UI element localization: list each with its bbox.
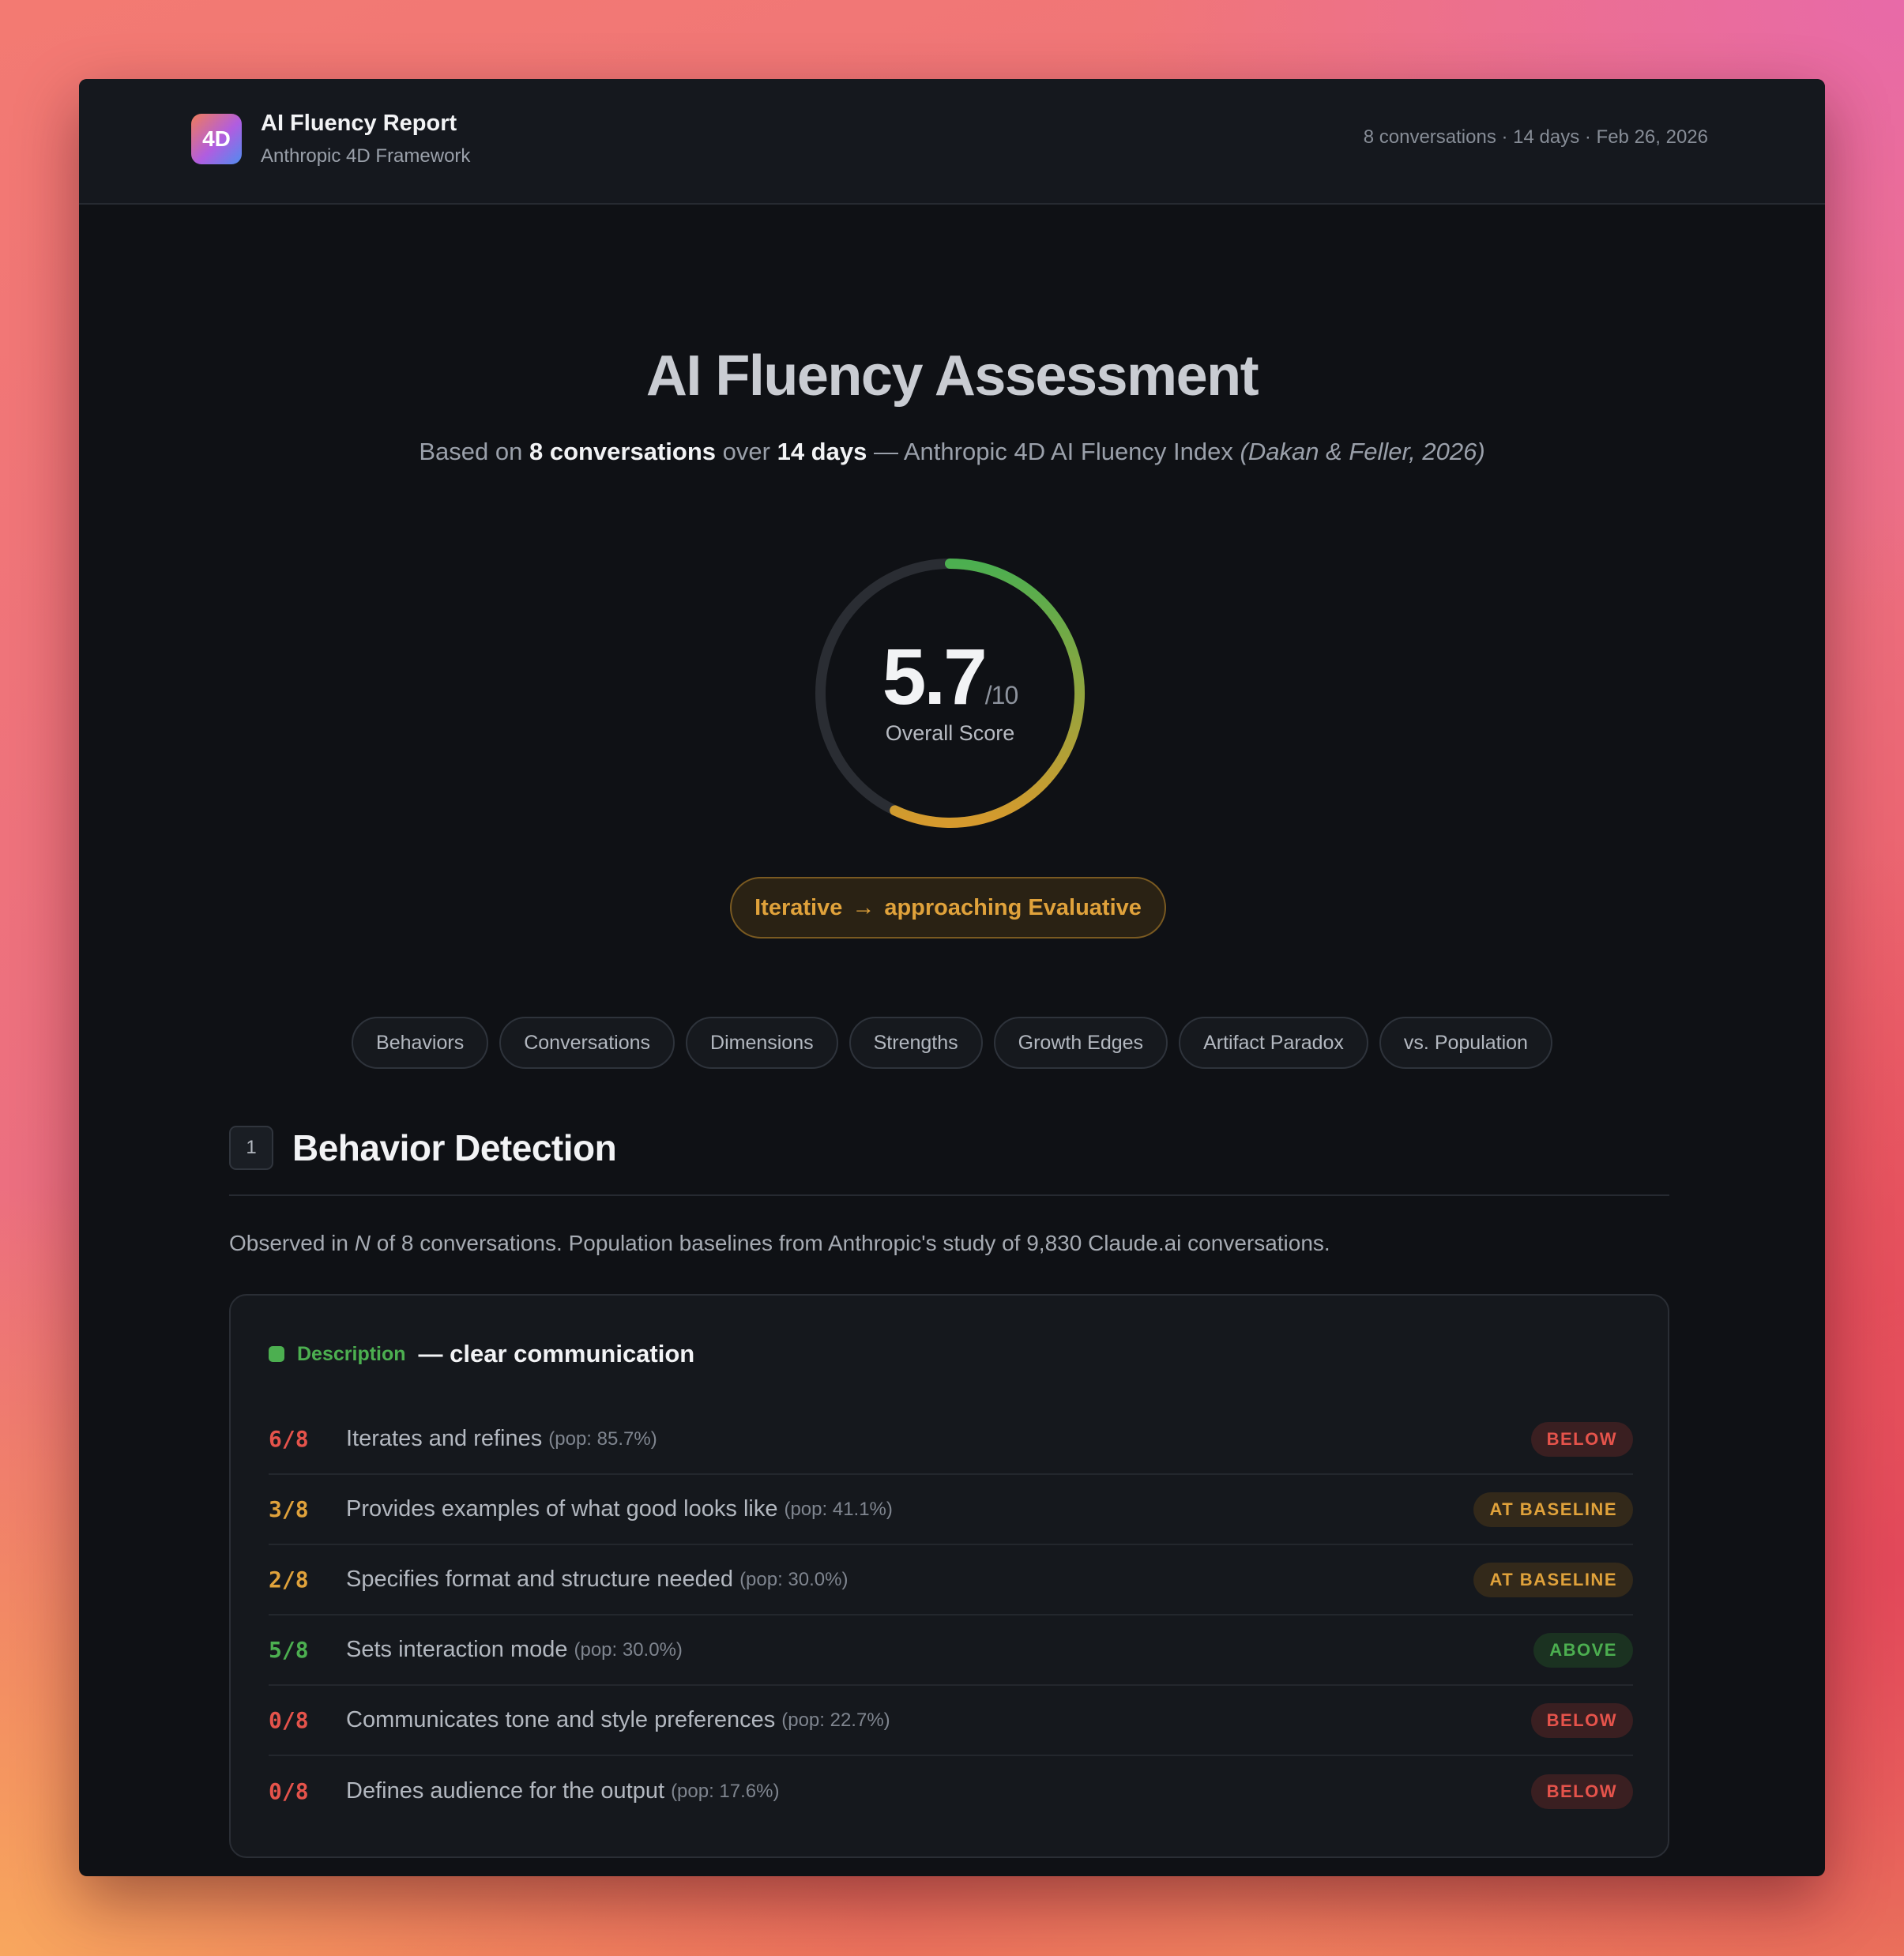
behavior-label: Communicates tone and style preferences: [346, 1707, 776, 1732]
dimension-name: Description: [297, 1342, 406, 1365]
behavior-row: 5/8 Sets interaction mode (pop: 30.0%) A…: [269, 1616, 1633, 1686]
report-meta: 8 conversations · 14 days · Feb 26, 2026: [1363, 126, 1708, 148]
population-baseline: (pop: 41.1%): [784, 1498, 893, 1520]
score-label: Overall Score: [885, 721, 1015, 745]
tab-dimensions[interactable]: Dimensions: [686, 1017, 838, 1069]
card-header: Description — clear communication: [269, 1340, 694, 1368]
behavior-count: 0/8: [269, 1778, 309, 1804]
app-subtitle: Anthropic 4D Framework: [261, 145, 471, 167]
behavior-row: 2/8 Specifies format and structure neede…: [269, 1545, 1633, 1616]
subtitle-citation: (Dakan & Feller, 2026): [1240, 438, 1485, 465]
population-baseline: (pop: 85.7%): [548, 1428, 657, 1450]
subtitle-index: — Anthropic 4D AI Fluency Index: [873, 438, 1233, 465]
behavior-list: 6/8 Iterates and refines (pop: 85.7%) BE…: [269, 1405, 1633, 1826]
status-badge: AT BASELINE: [1473, 1491, 1633, 1527]
behavior-label: Provides examples of what good looks lik…: [346, 1496, 778, 1522]
behavior-label: Defines audience for the output: [346, 1778, 665, 1804]
page-subtitle: Based on 8 conversations over 14 days — …: [79, 438, 1825, 466]
subtitle-conversations: 8 conversations: [529, 438, 717, 465]
dimension-card: Description — clear communication 6/8 It…: [229, 1294, 1669, 1858]
page-title: AI Fluency Assessment: [645, 344, 1259, 408]
subtitle-over: over: [722, 438, 770, 465]
behavior-label: Specifies format and structure needed: [346, 1567, 734, 1592]
top-bar: 4D AI Fluency Report Anthropic 4D Framew…: [79, 79, 1825, 205]
behavior-count: 6/8: [269, 1426, 309, 1452]
population-baseline: (pop: 22.7%): [781, 1709, 890, 1731]
score-denominator: /10: [984, 681, 1018, 709]
tab-growth-edges[interactable]: Growth Edges: [993, 1017, 1168, 1069]
behavior-label: Sets interaction mode: [346, 1637, 568, 1662]
status-badge: BELOW: [1530, 1702, 1633, 1738]
section-tabs: Behaviors Conversations Dimensions Stren…: [79, 1017, 1825, 1069]
behavior-row: 0/8 Defines audience for the output (pop…: [269, 1756, 1633, 1826]
dimension-dot-icon: [269, 1346, 284, 1362]
behavior-count: 3/8: [269, 1496, 309, 1522]
level-to: approaching Evaluative: [884, 894, 1142, 920]
score-value: 5.7: [882, 633, 988, 721]
behavior-count: 2/8: [269, 1567, 309, 1593]
behavior-label: Iterates and refines: [346, 1426, 543, 1451]
behavior-count: 5/8: [269, 1637, 309, 1663]
subtitle-days: 14 days: [777, 438, 867, 465]
subtitle-prefix: Based on: [419, 438, 523, 465]
level-badge: Iterative → approaching Evaluative: [730, 877, 1166, 939]
tab-vs-population[interactable]: vs. Population: [1379, 1017, 1552, 1069]
tab-behaviors[interactable]: Behaviors: [352, 1017, 489, 1069]
section-title: Behavior Detection: [292, 1127, 617, 1168]
app-logo: 4D: [191, 114, 242, 164]
level-from: Iterative: [754, 894, 843, 920]
status-badge: ABOVE: [1533, 1632, 1633, 1668]
section-divider: [229, 1194, 1669, 1196]
status-badge: BELOW: [1530, 1774, 1633, 1809]
section-description: Observed in N of 8 conversations. Popula…: [229, 1231, 1330, 1256]
behavior-row: 3/8 Provides examples of what good looks…: [269, 1475, 1633, 1545]
tab-conversations[interactable]: Conversations: [499, 1017, 675, 1069]
section-number: 1: [229, 1126, 273, 1170]
app-title: AI Fluency Report: [261, 111, 457, 136]
desc-prefix: Observed in: [229, 1231, 348, 1255]
population-baseline: (pop: 17.6%): [671, 1780, 780, 1802]
tab-strengths[interactable]: Strengths: [849, 1017, 983, 1069]
score-value-box: 5.7/10: [814, 632, 1086, 723]
population-baseline: (pop: 30.0%): [739, 1568, 849, 1590]
dimension-tagline: — clear communication: [418, 1340, 695, 1367]
status-badge: BELOW: [1530, 1421, 1633, 1457]
population-baseline: (pop: 30.0%): [574, 1638, 683, 1661]
behavior-row: 0/8 Communicates tone and style preferen…: [269, 1686, 1633, 1756]
behavior-row: 6/8 Iterates and refines (pop: 85.7%) BE…: [269, 1405, 1633, 1475]
desc-suffix: of 8 conversations. Population baselines…: [376, 1231, 1330, 1255]
arrow-right-icon: →: [852, 894, 875, 920]
report-window: 4D AI Fluency Report Anthropic 4D Framew…: [79, 79, 1825, 1876]
tab-artifact-paradox[interactable]: Artifact Paradox: [1179, 1017, 1368, 1069]
behavior-count: 0/8: [269, 1707, 309, 1733]
desc-n: N: [354, 1231, 371, 1255]
status-badge: AT BASELINE: [1473, 1562, 1633, 1597]
